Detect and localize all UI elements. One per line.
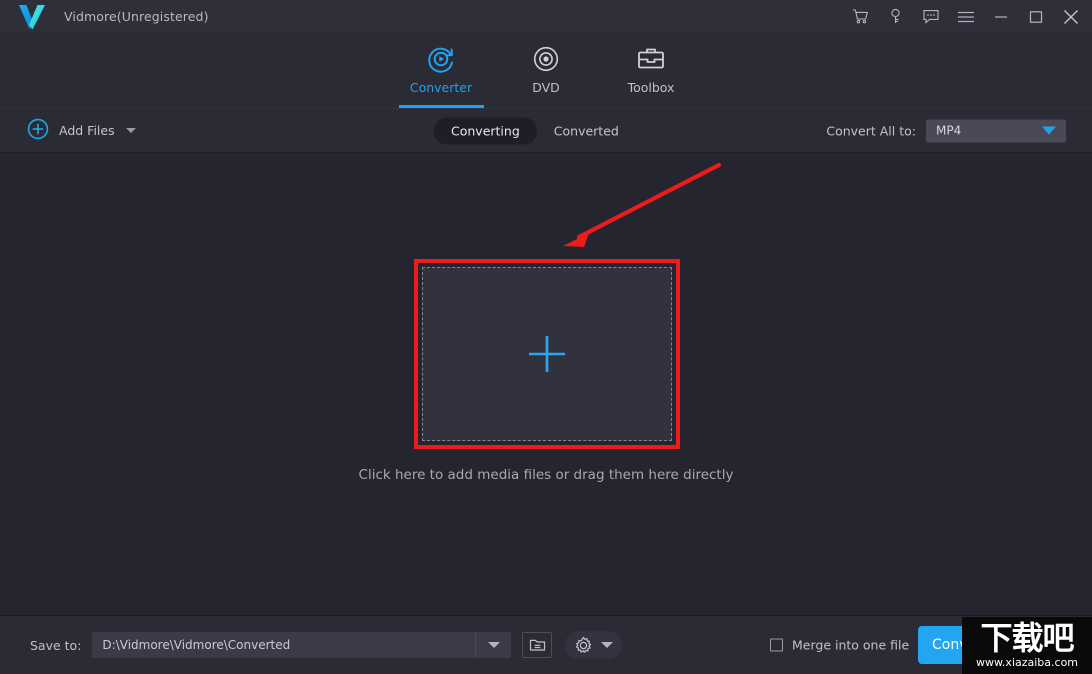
save-path-dropdown[interactable]: [475, 632, 511, 658]
tab-dvd[interactable]: DVD: [494, 33, 599, 108]
browse-folder-button[interactable]: [522, 632, 553, 658]
nav-tabs: Converter DVD Toolbox: [0, 33, 1092, 108]
cart-icon[interactable]: [843, 0, 878, 33]
site-watermark: 下载吧 www.xiazaiba.com: [962, 617, 1092, 674]
chevron-down-icon: [1042, 126, 1056, 135]
title-bar: Vidmore(Unregistered): [0, 0, 1092, 33]
minimize-icon[interactable]: [983, 0, 1018, 33]
tab-converter[interactable]: Converter: [389, 33, 494, 108]
converter-icon: [425, 42, 457, 76]
format-select[interactable]: MP4: [926, 119, 1066, 142]
watermark-cn-text: 下载吧: [980, 619, 1074, 657]
watermark-url: www.xiazaiba.com: [975, 656, 1079, 669]
merge-label: Merge into one file: [792, 637, 910, 653]
merge-into-one-file-checkbox[interactable]: Merge into one file: [770, 638, 909, 653]
gear-icon: [576, 636, 592, 653]
feedback-icon[interactable]: [913, 0, 948, 33]
toolbox-icon: [636, 42, 666, 76]
window-controls: [843, 0, 1088, 33]
save-path-input[interactable]: [92, 638, 476, 652]
tab-converted[interactable]: Converted: [537, 117, 636, 144]
convert-all-to: Convert All to: MP4: [826, 119, 1066, 142]
dropzone-highlight-annotation: [414, 259, 680, 449]
add-files-label: Add Files: [59, 123, 115, 138]
app-title: Vidmore(Unregistered): [64, 9, 209, 24]
key-icon[interactable]: [878, 0, 913, 33]
bottom-bar: Save to: Merge into one file Convert: [0, 615, 1092, 674]
add-files-button[interactable]: Add Files: [27, 118, 136, 144]
vidmore-v-logo: [19, 4, 45, 29]
save-to-label: Save to:: [30, 637, 82, 653]
tab-toolbox-label: Toolbox: [627, 80, 675, 95]
menu-icon[interactable]: [948, 0, 983, 33]
checkbox-box: [770, 638, 783, 652]
chevron-down-icon: [601, 642, 614, 648]
main-area: Click here to add media files or drag th…: [0, 154, 1092, 615]
circle-plus-icon: [27, 118, 49, 144]
tab-converter-label: Converter: [409, 80, 473, 95]
close-icon[interactable]: [1053, 0, 1088, 33]
maximize-icon[interactable]: [1018, 0, 1053, 33]
tab-converting[interactable]: Converting: [434, 117, 537, 144]
plus-icon: [529, 336, 565, 372]
tab-dvd-label: DVD: [532, 80, 560, 95]
status-segmented-control: Converting Converted: [434, 117, 636, 144]
format-value: MP4: [936, 123, 962, 138]
app-window: Vidmore(Unregistered) Converter DVD Tool…: [0, 0, 1092, 674]
chevron-down-icon: [487, 642, 500, 648]
dvd-disc-icon: [531, 42, 561, 76]
dropzone-hint: Click here to add media files or drag th…: [358, 467, 734, 483]
save-path-field[interactable]: [92, 632, 512, 658]
chevron-down-icon[interactable]: [125, 128, 136, 133]
settings-button[interactable]: [565, 631, 623, 659]
convert-all-label: Convert All to:: [826, 123, 916, 138]
folder-icon: [529, 639, 546, 651]
toolbar: Add Files Converting Converted Convert A…: [0, 108, 1092, 153]
add-media-dropzone[interactable]: [422, 267, 672, 441]
tab-toolbox[interactable]: Toolbox: [599, 33, 704, 108]
